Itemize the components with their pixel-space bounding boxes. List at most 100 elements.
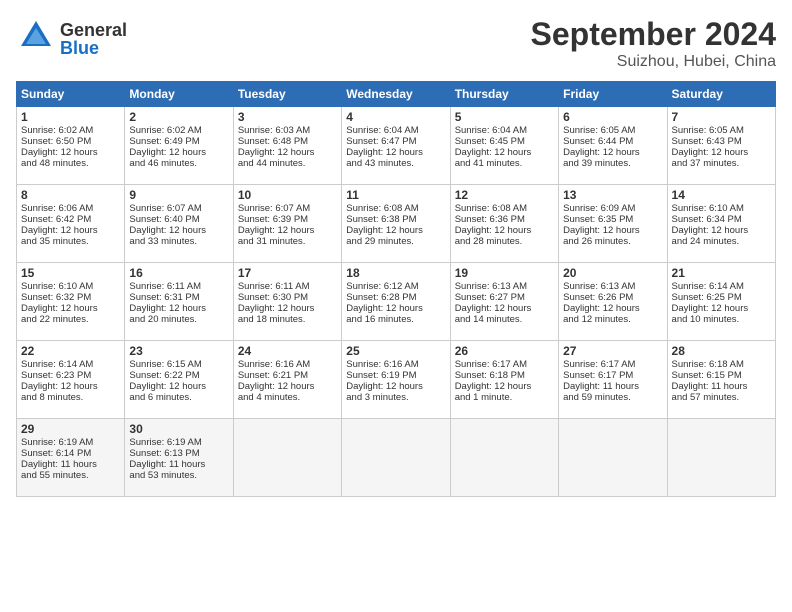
calendar-cell: 20Sunrise: 6:13 AMSunset: 6:26 PMDayligh…: [559, 263, 667, 341]
day-info-line: Sunrise: 6:16 AM: [346, 359, 445, 370]
day-info-line: Daylight: 11 hours: [21, 459, 120, 470]
day-info-line: Sunset: 6:42 PM: [21, 214, 120, 225]
day-info-line: Daylight: 12 hours: [21, 147, 120, 158]
col-header-sunday: Sunday: [17, 82, 125, 107]
day-info-line: Daylight: 12 hours: [129, 381, 228, 392]
col-header-wednesday: Wednesday: [342, 82, 450, 107]
calendar-cell: 13Sunrise: 6:09 AMSunset: 6:35 PMDayligh…: [559, 185, 667, 263]
day-number: 20: [563, 266, 662, 280]
calendar-cell: 23Sunrise: 6:15 AMSunset: 6:22 PMDayligh…: [125, 341, 233, 419]
day-info-line: Sunset: 6:28 PM: [346, 292, 445, 303]
calendar-cell: 4Sunrise: 6:04 AMSunset: 6:47 PMDaylight…: [342, 107, 450, 185]
day-info-line: Daylight: 12 hours: [455, 225, 554, 236]
day-info-line: Sunrise: 6:11 AM: [129, 281, 228, 292]
day-info-line: Sunrise: 6:14 AM: [672, 281, 771, 292]
day-number: 1: [21, 110, 120, 124]
calendar-cell: 30Sunrise: 6:19 AMSunset: 6:13 PMDayligh…: [125, 419, 233, 497]
day-info-line: Daylight: 12 hours: [238, 225, 337, 236]
day-info-line: Sunset: 6:27 PM: [455, 292, 554, 303]
day-info-line: Sunrise: 6:08 AM: [346, 203, 445, 214]
day-info-line: Sunset: 6:21 PM: [238, 370, 337, 381]
calendar-cell: [450, 419, 558, 497]
day-info-line: Sunset: 6:45 PM: [455, 136, 554, 147]
day-info-line: and 16 minutes.: [346, 314, 445, 325]
day-info-line: Sunset: 6:43 PM: [672, 136, 771, 147]
day-number: 15: [21, 266, 120, 280]
day-info-line: Daylight: 12 hours: [21, 303, 120, 314]
calendar-cell: 5Sunrise: 6:04 AMSunset: 6:45 PMDaylight…: [450, 107, 558, 185]
col-header-friday: Friday: [559, 82, 667, 107]
day-info-line: Sunrise: 6:05 AM: [563, 125, 662, 136]
calendar-cell: 27Sunrise: 6:17 AMSunset: 6:17 PMDayligh…: [559, 341, 667, 419]
day-info-line: and 24 minutes.: [672, 236, 771, 247]
calendar-cell: [233, 419, 341, 497]
day-info-line: Daylight: 12 hours: [21, 225, 120, 236]
day-info-line: Sunrise: 6:10 AM: [672, 203, 771, 214]
logo: General Blue: [16, 16, 127, 61]
day-number: 18: [346, 266, 445, 280]
day-info-line: Sunset: 6:34 PM: [672, 214, 771, 225]
calendar-cell: 3Sunrise: 6:03 AMSunset: 6:48 PMDaylight…: [233, 107, 341, 185]
day-info-line: Sunset: 6:19 PM: [346, 370, 445, 381]
calendar-cell: 14Sunrise: 6:10 AMSunset: 6:34 PMDayligh…: [667, 185, 775, 263]
week-row-0: 1Sunrise: 6:02 AMSunset: 6:50 PMDaylight…: [17, 107, 776, 185]
day-number: 26: [455, 344, 554, 358]
day-info-line: and 3 minutes.: [346, 392, 445, 403]
header: General Blue September 2024 Suizhou, Hub…: [16, 16, 776, 71]
day-number: 28: [672, 344, 771, 358]
col-header-monday: Monday: [125, 82, 233, 107]
calendar-cell: 10Sunrise: 6:07 AMSunset: 6:39 PMDayligh…: [233, 185, 341, 263]
day-info-line: Sunset: 6:23 PM: [21, 370, 120, 381]
day-info-line: and 41 minutes.: [455, 158, 554, 169]
day-info-line: and 37 minutes.: [672, 158, 771, 169]
day-number: 27: [563, 344, 662, 358]
day-info-line: and 12 minutes.: [563, 314, 662, 325]
day-info-line: Sunset: 6:48 PM: [238, 136, 337, 147]
day-number: 10: [238, 188, 337, 202]
day-info-line: Sunrise: 6:02 AM: [21, 125, 120, 136]
day-number: 25: [346, 344, 445, 358]
day-info-line: Sunrise: 6:14 AM: [21, 359, 120, 370]
day-info-line: Sunset: 6:17 PM: [563, 370, 662, 381]
col-header-saturday: Saturday: [667, 82, 775, 107]
day-number: 3: [238, 110, 337, 124]
day-info-line: Daylight: 12 hours: [238, 303, 337, 314]
col-header-thursday: Thursday: [450, 82, 558, 107]
day-info-line: Daylight: 12 hours: [672, 147, 771, 158]
day-info-line: and 46 minutes.: [129, 158, 228, 169]
day-number: 4: [346, 110, 445, 124]
day-info-line: and 39 minutes.: [563, 158, 662, 169]
day-number: 19: [455, 266, 554, 280]
day-info-line: and 35 minutes.: [21, 236, 120, 247]
day-number: 24: [238, 344, 337, 358]
month-year: September 2024: [531, 16, 776, 53]
calendar-cell: [342, 419, 450, 497]
day-number: 12: [455, 188, 554, 202]
day-number: 2: [129, 110, 228, 124]
day-info-line: Daylight: 11 hours: [672, 381, 771, 392]
calendar-cell: 21Sunrise: 6:14 AMSunset: 6:25 PMDayligh…: [667, 263, 775, 341]
days-header-row: SundayMondayTuesdayWednesdayThursdayFrid…: [17, 82, 776, 107]
day-info-line: and 57 minutes.: [672, 392, 771, 403]
location: Suizhou, Hubei, China: [531, 53, 776, 71]
day-info-line: Daylight: 12 hours: [672, 225, 771, 236]
day-info-line: Sunset: 6:26 PM: [563, 292, 662, 303]
day-number: 6: [563, 110, 662, 124]
calendar-cell: 29Sunrise: 6:19 AMSunset: 6:14 PMDayligh…: [17, 419, 125, 497]
day-info-line: Daylight: 12 hours: [346, 303, 445, 314]
day-info-line: and 6 minutes.: [129, 392, 228, 403]
day-info-line: and 26 minutes.: [563, 236, 662, 247]
logo-text: General Blue: [60, 21, 127, 57]
day-info-line: Daylight: 12 hours: [129, 303, 228, 314]
day-info-line: and 59 minutes.: [563, 392, 662, 403]
calendar-cell: 16Sunrise: 6:11 AMSunset: 6:31 PMDayligh…: [125, 263, 233, 341]
calendar-cell: 6Sunrise: 6:05 AMSunset: 6:44 PMDaylight…: [559, 107, 667, 185]
day-info-line: Daylight: 11 hours: [129, 459, 228, 470]
day-info-line: Sunrise: 6:17 AM: [455, 359, 554, 370]
calendar-cell: 18Sunrise: 6:12 AMSunset: 6:28 PMDayligh…: [342, 263, 450, 341]
day-info-line: Sunset: 6:15 PM: [672, 370, 771, 381]
day-info-line: Sunset: 6:35 PM: [563, 214, 662, 225]
calendar-cell: 15Sunrise: 6:10 AMSunset: 6:32 PMDayligh…: [17, 263, 125, 341]
page: General Blue September 2024 Suizhou, Hub…: [0, 0, 792, 612]
day-info-line: Daylight: 12 hours: [129, 147, 228, 158]
